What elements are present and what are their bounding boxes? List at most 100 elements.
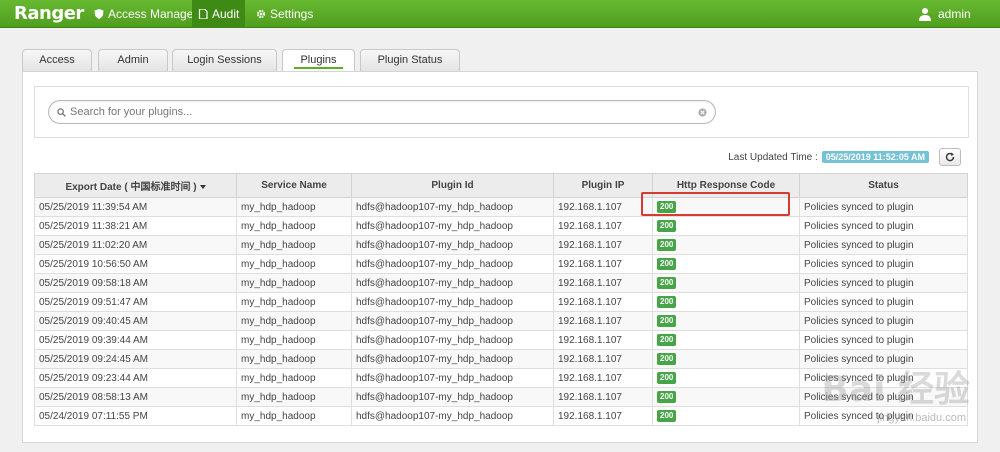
- cell-export-date: 05/25/2019 09:51:47 AM: [34, 292, 237, 312]
- cell-plugin-ip: 192.168.1.107: [553, 235, 653, 255]
- cell-http-response-code: 200: [652, 368, 800, 388]
- cell-export-date: 05/25/2019 09:40:45 AM: [34, 311, 237, 331]
- table-row: 05/25/2019 09:39:44 AM my_hdp_hadoop hdfs@…: [34, 330, 968, 350]
- search-icon: [57, 107, 66, 117]
- refresh-button[interactable]: [939, 148, 961, 166]
- column-header-http-response-code[interactable]: Http Response Code: [652, 173, 800, 198]
- last-updated-timestamp: 05/25/2019 11:52:05 AM: [821, 151, 929, 163]
- response-code-badge: 200: [657, 258, 677, 270]
- cell-http-response-code: 200: [652, 197, 800, 217]
- cell-http-response-code: 200: [652, 406, 800, 426]
- search-container: [34, 86, 969, 138]
- user-name: admin: [938, 7, 971, 21]
- cell-export-date: 05/25/2019 09:58:18 AM: [34, 273, 237, 293]
- tab-login-sessions[interactable]: Login Sessions: [172, 49, 277, 71]
- response-code-badge: 200: [657, 372, 677, 384]
- cell-http-response-code: 200: [652, 387, 800, 407]
- table-header-row: Export Date ( 中国标准时间 ) Service Name Plug…: [34, 173, 968, 198]
- table-row: 05/25/2019 11:02:20 AM my_hdp_hadoop hdfs@…: [34, 235, 968, 255]
- table-row: 05/25/2019 09:58:18 AM my_hdp_hadoop hdfs@…: [34, 273, 968, 293]
- cell-plugin-id: hdfs@hadoop107-my_hdp_hadoop: [351, 387, 554, 407]
- cell-plugin-ip: 192.168.1.107: [553, 330, 653, 350]
- nav-access-manager[interactable]: Access Manager: [88, 0, 203, 28]
- cell-plugin-ip: 192.168.1.107: [553, 254, 653, 274]
- cell-http-response-code: 200: [652, 311, 800, 331]
- cell-plugin-ip: 192.168.1.107: [553, 216, 653, 236]
- cell-status: Policies synced to plugin: [799, 368, 968, 388]
- table-row: 05/25/2019 09:40:45 AM my_hdp_hadoop hdfs@…: [34, 311, 968, 331]
- cell-http-response-code: 200: [652, 235, 800, 255]
- cell-http-response-code: 200: [652, 273, 800, 293]
- clear-search-icon[interactable]: [698, 107, 707, 117]
- tab-admin[interactable]: Admin: [98, 49, 168, 71]
- file-icon: [198, 9, 208, 19]
- response-code-badge: 200: [657, 391, 677, 403]
- cell-plugin-ip: 192.168.1.107: [553, 197, 653, 217]
- table-row: 05/24/2019 07:11:55 PM my_hdp_hadoop hdfs@…: [34, 406, 968, 426]
- column-header-export-date[interactable]: Export Date ( 中国标准时间 ): [34, 173, 237, 198]
- response-code-badge: 200: [657, 201, 677, 213]
- table-body: 05/25/2019 11:39:54 AM my_hdp_hadoop hdfs@…: [34, 197, 968, 426]
- cell-plugin-ip: 192.168.1.107: [553, 292, 653, 312]
- response-code-badge: 200: [657, 220, 677, 232]
- cell-service-name: my_hdp_hadoop: [236, 368, 352, 388]
- response-code-badge: 200: [657, 410, 677, 422]
- cell-plugin-id: hdfs@hadoop107-my_hdp_hadoop: [351, 254, 554, 274]
- column-header-service-name[interactable]: Service Name: [236, 173, 352, 198]
- cell-plugin-ip: 192.168.1.107: [553, 387, 653, 407]
- nav-audit-label: Audit: [212, 7, 240, 21]
- column-header-plugin-ip[interactable]: Plugin IP: [553, 173, 653, 198]
- search-field[interactable]: [48, 100, 716, 124]
- cell-http-response-code: 200: [652, 330, 800, 350]
- user-icon: [919, 8, 931, 21]
- cell-export-date: 05/25/2019 08:58:13 AM: [34, 387, 237, 407]
- cell-export-date: 05/24/2019 07:11:55 PM: [34, 406, 237, 426]
- cell-plugin-ip: 192.168.1.107: [553, 368, 653, 388]
- nav-audit[interactable]: Audit: [192, 0, 246, 28]
- tab-plugin-status[interactable]: Plugin Status: [360, 49, 460, 71]
- search-input[interactable]: [70, 106, 698, 118]
- response-code-badge: 200: [657, 315, 677, 327]
- cell-plugin-id: hdfs@hadoop107-my_hdp_hadoop: [351, 406, 554, 426]
- tab-plugins[interactable]: Plugins: [282, 49, 355, 71]
- cell-status: Policies synced to plugin: [799, 406, 968, 426]
- cell-service-name: my_hdp_hadoop: [236, 273, 352, 293]
- last-updated-label: Last Updated Time :: [728, 151, 818, 163]
- user-menu[interactable]: admin: [913, 0, 977, 28]
- gear-icon: [256, 9, 266, 19]
- top-navbar: Ranger Access Manager Audit Settings adm…: [0, 0, 1000, 28]
- cell-export-date: 05/25/2019 11:02:20 AM: [34, 235, 237, 255]
- response-code-badge: 200: [657, 277, 677, 289]
- cell-status: Policies synced to plugin: [799, 292, 968, 312]
- cell-status: Policies synced to plugin: [799, 197, 968, 217]
- last-updated: Last Updated Time : 05/25/2019 11:52:05 …: [728, 151, 929, 163]
- column-header-status[interactable]: Status: [799, 173, 968, 198]
- cell-export-date: 05/25/2019 09:39:44 AM: [34, 330, 237, 350]
- cell-plugin-ip: 192.168.1.107: [553, 311, 653, 331]
- table-row: 05/25/2019 09:51:47 AM my_hdp_hadoop hdfs@…: [34, 292, 968, 312]
- cell-status: Policies synced to plugin: [799, 311, 968, 331]
- table-row: 05/25/2019 11:38:21 AM my_hdp_hadoop hdfs@…: [34, 216, 968, 236]
- cell-http-response-code: 200: [652, 292, 800, 312]
- cell-http-response-code: 200: [652, 216, 800, 236]
- app-brand-logo[interactable]: Ranger: [14, 3, 84, 24]
- cell-service-name: my_hdp_hadoop: [236, 387, 352, 407]
- cell-service-name: my_hdp_hadoop: [236, 197, 352, 217]
- cell-export-date: 05/25/2019 11:38:21 AM: [34, 216, 237, 236]
- tab-access[interactable]: Access: [22, 49, 92, 71]
- plugins-panel: Last Updated Time : 05/25/2019 11:52:05 …: [22, 71, 978, 443]
- shield-icon: [94, 9, 104, 19]
- cell-status: Policies synced to plugin: [799, 387, 968, 407]
- cell-service-name: my_hdp_hadoop: [236, 292, 352, 312]
- cell-plugin-id: hdfs@hadoop107-my_hdp_hadoop: [351, 349, 554, 369]
- cell-service-name: my_hdp_hadoop: [236, 216, 352, 236]
- cell-plugin-id: hdfs@hadoop107-my_hdp_hadoop: [351, 330, 554, 350]
- column-header-plugin-id[interactable]: Plugin Id: [351, 173, 554, 198]
- cell-plugin-id: hdfs@hadoop107-my_hdp_hadoop: [351, 368, 554, 388]
- cell-plugin-id: hdfs@hadoop107-my_hdp_hadoop: [351, 273, 554, 293]
- cell-service-name: my_hdp_hadoop: [236, 330, 352, 350]
- response-code-badge: 200: [657, 353, 677, 365]
- nav-settings[interactable]: Settings: [250, 0, 319, 28]
- cell-plugin-id: hdfs@hadoop107-my_hdp_hadoop: [351, 216, 554, 236]
- cell-http-response-code: 200: [652, 349, 800, 369]
